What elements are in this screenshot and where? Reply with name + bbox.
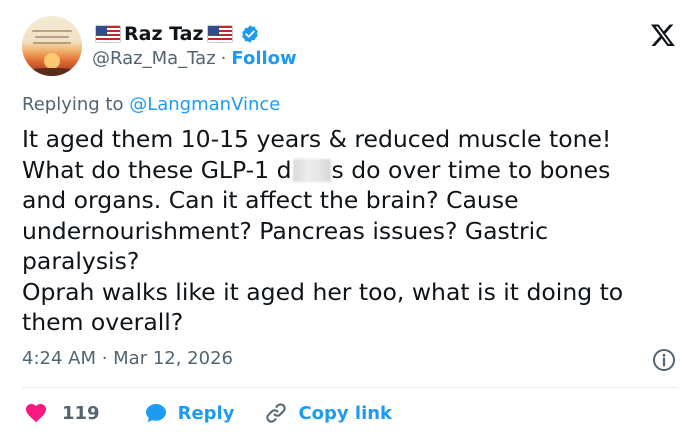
tweet-timestamp[interactable]: 4:24 AM · Mar 12, 2026 [22, 348, 233, 369]
tweet-text: It aged them 10-15 years & reduced muscl… [22, 124, 682, 338]
verified-badge-icon [241, 25, 258, 43]
reply-bubble-icon [145, 404, 166, 422]
tweet-line: undernourishment? Pancreas issues? Gastr… [22, 216, 549, 245]
us-flag-icon [206, 25, 233, 43]
follow-button[interactable]: Follow [231, 48, 296, 69]
avatar-text-line [35, 36, 69, 38]
link-icon [266, 403, 287, 423]
tweet-line: It aged them 10-15 years & reduced muscl… [22, 125, 612, 153]
separator-dot: · [220, 48, 227, 69]
reply-button[interactable]: Reply [144, 401, 265, 425]
avatar-horizon [22, 68, 82, 76]
heart-icon [26, 404, 46, 423]
author-handle-row: @Raz_Ma_Taz · Follow [92, 48, 297, 69]
like-count: 119 [62, 402, 100, 424]
author-handle[interactable]: @Raz_Ma_Taz [92, 48, 216, 69]
divider [22, 387, 678, 388]
reply-label: Reply [177, 402, 235, 424]
avatar[interactable] [22, 16, 82, 76]
author-display-name[interactable]: Raz Taz [124, 23, 204, 45]
x-logo-icon[interactable] [650, 22, 676, 48]
tweet-line: s do over time to bones [331, 155, 611, 184]
tweet-card: Raz Taz @Raz_Ma_Taz · Follow Replying to… [0, 0, 700, 440]
replying-prefix: Replying to [22, 94, 124, 115]
action-bar: 119 Reply Copy link [24, 400, 392, 426]
tweet-line: them overall? [22, 308, 184, 336]
us-flag-icon [95, 25, 121, 43]
tweet-line: What do these GLP-1 d [22, 155, 292, 184]
tweet-line: Oprah walks like it aged her too, what i… [22, 277, 624, 306]
censored-word-blur [292, 158, 331, 182]
avatar-text-line [33, 42, 71, 44]
author-name-row[interactable]: Raz Taz [92, 20, 260, 48]
replying-to: Replying to @LangmanVince [22, 94, 280, 115]
copy-link-button[interactable]: Copy link [264, 401, 392, 425]
tweet-line: and organs. Can it affect the brain? Cau… [22, 186, 519, 214]
info-icon[interactable] [652, 348, 676, 372]
reply-mention-link[interactable]: @LangmanVince [129, 94, 280, 115]
avatar-sun [44, 53, 60, 69]
like-button[interactable]: 119 [24, 401, 144, 425]
tweet-line: paralysis? [22, 247, 140, 275]
copy-link-label: Copy link [298, 402, 393, 424]
avatar-text-line [32, 30, 72, 32]
